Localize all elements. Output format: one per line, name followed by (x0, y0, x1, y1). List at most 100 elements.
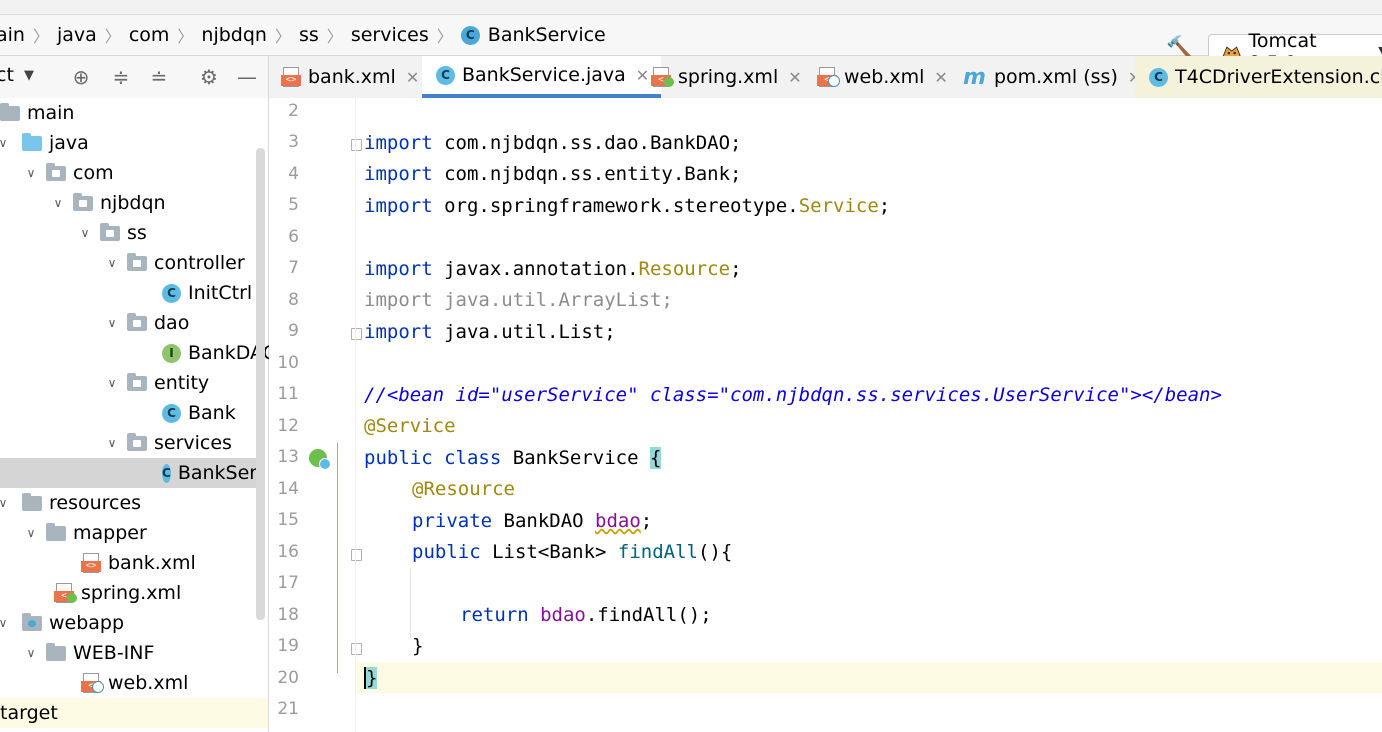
tree-item-mapper[interactable]: ∨ mapper (0, 518, 280, 548)
package-icon (127, 312, 147, 331)
code-line-19: } (412, 635, 424, 657)
tree-item-bankservice[interactable]: CBankService (0, 458, 256, 488)
package-icon (127, 432, 147, 451)
breadcrumb-separator: 〉 (32, 27, 49, 46)
title-strip (0, 0, 1382, 15)
code-line-13: public class BankService { (364, 447, 662, 469)
package-icon (73, 192, 93, 211)
breadcrumb-item-current[interactable]: C BankService (460, 24, 606, 46)
chevron-down-icon[interactable]: ∨ (24, 526, 38, 540)
chevron-down-icon[interactable]: ∨ (105, 436, 119, 450)
line-number: 16 (277, 542, 299, 562)
minimize-icon[interactable]: — (234, 64, 260, 90)
fold-marker-icon[interactable] (351, 139, 362, 151)
line-number: 15 (277, 510, 299, 530)
chevron-down-icon[interactable]: ∨ (105, 376, 119, 390)
tab-t4cdriverextension-class[interactable]: C T4CDriverExtension.class (1135, 56, 1382, 98)
close-icon[interactable]: ✕ (788, 68, 801, 87)
code-line-11: //<bean id="userService" class="com.njbd… (364, 384, 1222, 406)
line-number: 8 (288, 290, 299, 310)
class-icon: C (460, 25, 480, 45)
tree-item-java[interactable]: ∨ java (0, 128, 256, 158)
line-number: 6 (288, 227, 299, 247)
folder-icon (46, 642, 66, 661)
breadcrumb-item[interactable]: ain (0, 24, 25, 46)
close-icon[interactable]: ✕ (636, 66, 649, 85)
code-editor[interactable]: 2 3 4 5 6 7 8 9 10 11 12 13 14 15 16 17 … (269, 98, 1382, 732)
line-number: 18 (277, 605, 299, 625)
breadcrumb-item[interactable]: njbdqn (201, 24, 267, 46)
chevron-down-icon[interactable]: ∨ (0, 496, 10, 510)
project-panel-title[interactable]: ct (0, 64, 14, 86)
tree-item-com[interactable]: ∨ com (0, 158, 280, 188)
editor-tab-bar: <> bank.xml ✕ C BankService.java ✕ < spr… (269, 56, 1382, 99)
line-number: 10 (277, 353, 299, 373)
code-line-15: private BankDAO bdao; (412, 510, 653, 532)
fold-marker-icon[interactable] (351, 643, 362, 655)
folder-icon (0, 102, 20, 121)
xml-file-icon: <> (81, 553, 101, 573)
code-line-12: @Service (364, 415, 456, 437)
breadcrumb: ain 〉 java 〉 com 〉 njbdqn 〉 ss 〉 service… (0, 15, 606, 55)
tree-item-main[interactable]: main (0, 98, 256, 128)
locate-icon[interactable]: ⊕ (68, 64, 94, 90)
package-icon (127, 372, 147, 391)
line-number: 13 (277, 447, 299, 467)
current-line-highlight (269, 662, 1382, 693)
tab-web-xml[interactable]: < web.xml ✕ (817, 56, 948, 98)
tab-bankservice-java[interactable]: C BankService.java ✕ (422, 56, 662, 98)
chevron-down-icon[interactable]: ∨ (105, 316, 119, 330)
code-line-18: return bdao.findAll(); (460, 604, 712, 626)
xml-file-icon: <> (281, 67, 301, 87)
breadcrumb-separator: 〉 (436, 27, 453, 46)
class-icon: C (1149, 67, 1168, 87)
tree-scrollbar[interactable] (256, 148, 265, 620)
gear-icon[interactable]: ⚙ (196, 64, 222, 90)
source-folder-icon (22, 132, 42, 151)
class-icon: C (162, 463, 171, 483)
fold-marker-icon[interactable] (351, 549, 362, 561)
chevron-down-icon[interactable]: ∨ (105, 256, 119, 270)
breadcrumb-item[interactable]: com (129, 24, 170, 46)
chevron-down-icon[interactable]: ∨ (78, 226, 92, 240)
tree-item-webapp[interactable]: ∨ webapp (0, 608, 256, 638)
breadcrumb-separator: 〉 (177, 27, 194, 46)
project-panel: ct ▼ ⊕ ≑ ≐ ⚙ — main ∨ java ∨ com ∨ njbdqn ∨… (0, 56, 278, 732)
chevron-down-icon[interactable]: ∨ (24, 646, 38, 660)
tab-pom-xml[interactable]: m pom.xml (ss) ✕ (963, 56, 1141, 98)
chevron-down-icon[interactable]: ∨ (51, 196, 65, 210)
line-number: 21 (277, 699, 299, 719)
close-icon[interactable]: ✕ (934, 68, 947, 87)
breadcrumb-item[interactable]: ss (299, 24, 319, 46)
expand-all-icon[interactable]: ≑ (108, 64, 134, 90)
spring-bean-icon[interactable] (309, 449, 331, 470)
fold-marker-icon[interactable] (351, 328, 362, 340)
class-icon: C (162, 403, 181, 423)
spring-xml-icon: < (651, 67, 674, 87)
tree-item-resources[interactable]: ∨ resources (0, 488, 256, 518)
line-number: 19 (277, 636, 299, 656)
package-icon (46, 162, 66, 181)
project-panel-toolbar: ct ▼ ⊕ ≑ ≐ ⚙ — (0, 56, 268, 98)
folder-icon (46, 522, 66, 541)
chevron-down-icon[interactable]: ∨ (0, 616, 10, 630)
line-number: 5 (288, 195, 299, 215)
tab-spring-xml[interactable]: < spring.xml ✕ (651, 56, 802, 98)
tree-item-target[interactable]: target (0, 698, 268, 728)
tree-item-web-inf[interactable]: ∨ WEB-INF (0, 638, 280, 668)
breadcrumb-item[interactable]: services (351, 24, 429, 46)
breadcrumb-item[interactable]: java (57, 24, 97, 46)
chevron-down-icon[interactable]: ▼ (24, 68, 34, 83)
editor-gutter: 2 3 4 5 6 7 8 9 10 11 12 13 14 15 16 17 … (269, 98, 362, 732)
line-number: 4 (288, 164, 299, 184)
tab-bank-xml[interactable]: <> bank.xml ✕ (281, 56, 419, 98)
line-number: 14 (277, 479, 299, 499)
code-line-4: import com.njbdqn.ss.entity.Bank; (364, 163, 742, 185)
line-number: 11 (277, 384, 299, 404)
chevron-down-icon[interactable]: ∨ (24, 166, 38, 180)
collapse-all-icon[interactable]: ≐ (146, 64, 172, 90)
chevron-down-icon[interactable]: ∨ (0, 136, 10, 150)
maven-icon: m (963, 64, 986, 90)
close-icon[interactable]: ✕ (406, 68, 419, 87)
code-line-9: import java.util.List; (364, 321, 616, 343)
